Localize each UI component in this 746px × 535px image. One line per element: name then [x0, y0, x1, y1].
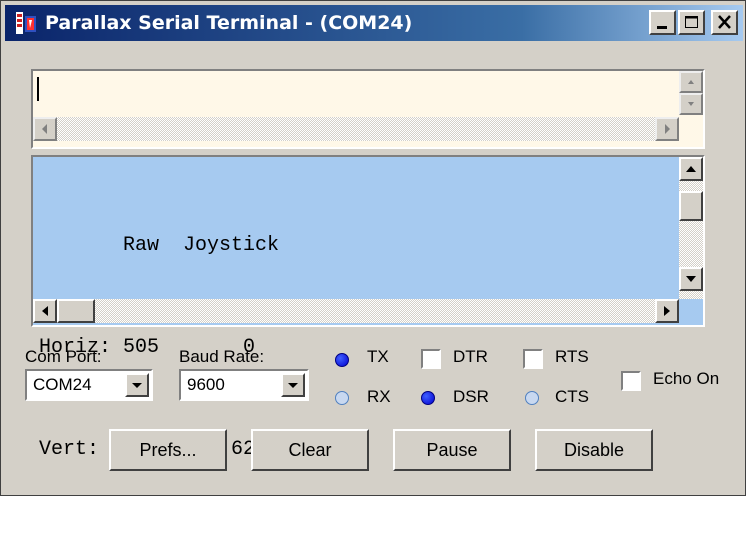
window-title: Parallax Serial Terminal - (COM24) — [45, 12, 413, 34]
chevron-down-icon — [132, 383, 142, 388]
com-port-dropdown-button[interactable] — [125, 373, 149, 397]
arrow-left-icon — [42, 124, 47, 134]
baud-rate-label: Baud Rate: — [179, 347, 265, 366]
clear-button[interactable]: Clear — [251, 429, 369, 471]
input-vertical-scrollbar[interactable] — [679, 71, 703, 115]
close-icon — [718, 15, 731, 29]
input-scroll-up-button[interactable] — [679, 71, 703, 93]
maximize-icon — [685, 16, 698, 28]
minimize-icon — [657, 26, 667, 29]
echo-on-label: Echo On — [653, 369, 720, 388]
minimize-button[interactable] — [649, 10, 676, 35]
arrow-left-icon — [42, 306, 48, 316]
dtr-label: DTR — [453, 347, 488, 366]
prefs-button[interactable]: Prefs... — [109, 429, 227, 471]
output-hscroll-thumb[interactable] — [57, 299, 95, 323]
output-scroll-up-button[interactable] — [679, 157, 703, 181]
cts-led-icon — [525, 391, 539, 405]
com-port-label: Com Port: — [25, 347, 102, 366]
tx-label: TX — [367, 347, 389, 366]
output-horizontal-scrollbar[interactable] — [33, 299, 679, 323]
pause-button[interactable]: Pause — [393, 429, 511, 471]
baud-rate-dropdown-button[interactable] — [281, 373, 305, 397]
arrow-up-icon — [688, 80, 694, 84]
com-port-select[interactable]: COM24 — [25, 369, 153, 401]
dsr-label: DSR — [453, 387, 489, 406]
output-vertical-scrollbar[interactable] — [679, 157, 703, 299]
input-scroll-left-button[interactable] — [33, 117, 57, 141]
baud-rate-value: 9600 — [187, 375, 225, 394]
maximize-button[interactable] — [678, 10, 705, 35]
baud-rate-select[interactable]: 9600 — [179, 369, 309, 401]
com-port-value: COM24 — [33, 375, 92, 394]
cts-label: CTS — [555, 387, 589, 406]
serial-terminal-window: Parallax Serial Terminal - (COM24) Raw J… — [0, 0, 746, 496]
terminal-line-header: Raw Joystick — [39, 234, 280, 257]
rts-label: RTS — [555, 347, 589, 366]
close-button[interactable] — [711, 10, 738, 35]
rts-checkbox[interactable] — [523, 349, 543, 369]
arrow-right-icon — [664, 306, 670, 316]
tx-led-icon — [335, 353, 349, 367]
transmit-input[interactable] — [31, 69, 705, 149]
text-caret — [37, 77, 39, 101]
rx-led-icon — [335, 391, 349, 405]
input-horizontal-scrollbar[interactable] — [33, 117, 679, 141]
chevron-down-icon — [288, 383, 298, 388]
input-scroll-right-button[interactable] — [655, 117, 679, 141]
output-scroll-left-button[interactable] — [33, 299, 57, 323]
app-icon — [16, 12, 36, 34]
input-scroll-down-button[interactable] — [679, 93, 703, 115]
arrow-right-icon — [665, 124, 670, 134]
arrow-down-icon — [686, 276, 696, 282]
receive-output[interactable]: Raw Joystick Horiz: 505 0 Vert: 525 625 — [31, 155, 705, 461]
disable-button[interactable]: Disable — [535, 429, 653, 471]
dtr-checkbox[interactable] — [421, 349, 441, 369]
output-scroll-right-button[interactable] — [655, 299, 679, 323]
output-scroll-thumb[interactable] — [679, 191, 703, 221]
arrow-up-icon — [686, 166, 696, 172]
echo-on-checkbox[interactable] — [621, 371, 641, 391]
rx-label: RX — [367, 387, 391, 406]
dsr-led-icon — [421, 391, 435, 405]
output-scroll-down-button[interactable] — [679, 267, 703, 291]
arrow-down-icon — [688, 102, 694, 106]
title-bar[interactable]: Parallax Serial Terminal - (COM24) — [5, 5, 743, 41]
